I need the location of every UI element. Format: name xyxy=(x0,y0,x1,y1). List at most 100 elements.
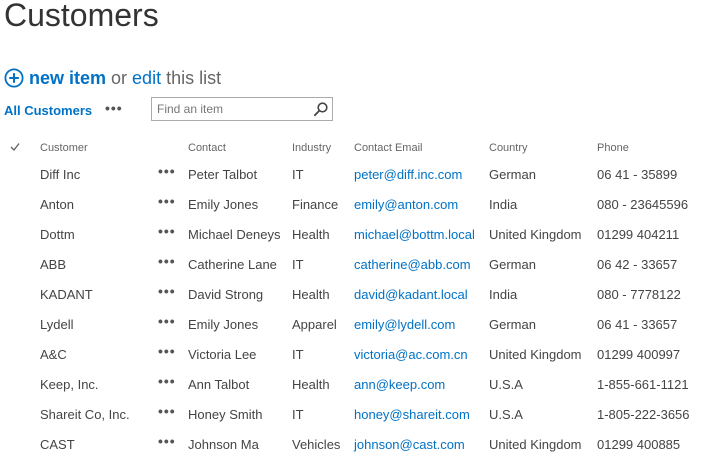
list-header-row: Customer Contact Industry Contact Email … xyxy=(0,138,706,160)
industry-cell: IT xyxy=(292,407,304,422)
contact-cell: Catherine Lane xyxy=(188,257,277,272)
phone-cell: 080 - 23645596 xyxy=(597,197,689,212)
table-row[interactable]: Lydell ••• Emily Jones Apparel emily@lyd… xyxy=(0,310,706,340)
customers-list: Customer Contact Industry Contact Email … xyxy=(0,138,706,460)
column-header-industry[interactable]: Industry xyxy=(292,142,331,154)
customer-cell[interactable]: ABB xyxy=(40,257,66,272)
row-menu-button[interactable]: ••• xyxy=(158,343,176,359)
email-link[interactable]: victoria@ac.com.cn xyxy=(354,347,468,362)
contact-cell: Emily Jones xyxy=(188,197,259,212)
country-cell: U.S.A xyxy=(489,377,523,392)
contact-cell: David Strong xyxy=(188,287,264,302)
table-row[interactable]: ABB ••• Catherine Lane IT catherine@abb.… xyxy=(0,250,706,280)
email-link[interactable]: ann@keep.com xyxy=(354,377,445,392)
email-link[interactable]: michael@bottm.local xyxy=(354,227,475,242)
table-row[interactable]: A&C ••• Victoria Lee IT victoria@ac.com.… xyxy=(0,340,706,370)
email-link[interactable]: emily@lydell.com xyxy=(354,317,455,332)
customer-cell[interactable]: Diff Inc xyxy=(40,167,80,182)
row-menu-button[interactable]: ••• xyxy=(158,193,176,209)
view-toolbar: All Customers ••• xyxy=(4,97,344,123)
page-title: Customers xyxy=(4,0,159,33)
industry-cell: IT xyxy=(292,347,304,362)
phone-cell: 01299 400885 xyxy=(597,437,681,452)
view-selector-all-customers[interactable]: All Customers xyxy=(4,103,92,118)
phone-cell: 1-805-222-3656 xyxy=(597,407,690,422)
email-link[interactable]: honey@shareit.com xyxy=(354,407,470,422)
country-cell: German xyxy=(489,317,536,332)
search-icon[interactable] xyxy=(313,101,329,117)
customer-cell[interactable]: Keep, Inc. xyxy=(40,377,99,392)
customer-cell[interactable]: Anton xyxy=(40,197,74,212)
country-cell: U.S.A xyxy=(489,407,523,422)
column-header-phone[interactable]: Phone xyxy=(597,142,629,154)
customer-cell[interactable]: Lydell xyxy=(40,317,73,332)
industry-cell: Apparel xyxy=(292,317,337,332)
phone-cell: 1-855-661-1121 xyxy=(597,377,689,392)
row-menu-button[interactable]: ••• xyxy=(158,433,176,449)
new-item-link[interactable]: new item xyxy=(29,68,106,89)
table-row[interactable]: Diff Inc ••• Peter Talbot IT peter@diff.… xyxy=(0,160,706,190)
table-row[interactable]: Anton ••• Emily Jones Finance emily@anto… xyxy=(0,190,706,220)
column-header-contact[interactable]: Contact xyxy=(188,142,226,154)
industry-cell: Health xyxy=(292,287,330,302)
column-header-country[interactable]: Country xyxy=(489,142,528,154)
table-row[interactable]: Keep, Inc. ••• Ann Talbot Health ann@kee… xyxy=(0,370,706,400)
phone-cell: 080 - 7778122 xyxy=(597,287,681,302)
phone-cell: 06 42 - 33657 xyxy=(597,257,678,272)
industry-cell: IT xyxy=(292,167,304,182)
phone-cell: 06 41 - 35899 xyxy=(597,167,678,182)
email-link[interactable]: david@kadant.local xyxy=(354,287,468,302)
edit-list-link[interactable]: edit xyxy=(132,68,161,89)
email-link[interactable]: emily@anton.com xyxy=(354,197,458,212)
country-cell: United Kingdom xyxy=(489,437,582,452)
this-list-text: this list xyxy=(166,67,222,88)
customer-cell[interactable]: Shareit Co, Inc. xyxy=(40,407,130,422)
industry-cell: Vehicles xyxy=(292,437,341,452)
contact-cell: Ann Talbot xyxy=(188,377,250,392)
row-menu-button[interactable]: ••• xyxy=(158,313,176,329)
customer-cell[interactable]: KADANT xyxy=(40,287,93,302)
row-menu-button[interactable]: ••• xyxy=(158,373,176,389)
contact-cell: Honey Smith xyxy=(188,407,263,422)
industry-cell: IT xyxy=(292,257,304,272)
row-menu-button[interactable]: ••• xyxy=(158,253,176,269)
email-link[interactable]: peter@diff.inc.com xyxy=(354,167,462,182)
table-row[interactable]: Shareit Co, Inc. ••• Honey Smith IT hone… xyxy=(0,400,706,430)
customer-cell[interactable]: CAST xyxy=(40,437,75,452)
table-row[interactable]: CAST ••• Johnson Ma Vehicles johnson@cas… xyxy=(0,430,706,460)
new-item-bar: new item or edit this list xyxy=(4,66,221,90)
country-cell: German xyxy=(489,167,536,182)
row-menu-button[interactable]: ••• xyxy=(158,163,176,179)
table-row[interactable]: Dottm ••• Michael Deneys Health michael@… xyxy=(0,220,706,250)
row-menu-button[interactable]: ••• xyxy=(158,403,176,419)
search-box xyxy=(151,97,333,121)
country-cell: India xyxy=(489,287,518,302)
list-page: Customers new item or edit this list All… xyxy=(0,0,706,460)
country-cell: India xyxy=(489,197,518,212)
or-text: or xyxy=(111,67,128,88)
country-cell: German xyxy=(489,257,536,272)
phone-cell: 01299 404211 xyxy=(597,227,680,242)
email-link[interactable]: catherine@abb.com xyxy=(354,257,471,272)
country-cell: United Kingdom xyxy=(489,347,582,362)
select-all-checkmark-icon[interactable] xyxy=(10,142,20,152)
contact-cell: Victoria Lee xyxy=(188,347,257,362)
table-row[interactable]: KADANT ••• David Strong Health david@kad… xyxy=(0,280,706,310)
email-link[interactable]: johnson@cast.com xyxy=(354,437,465,452)
country-cell: United Kingdom xyxy=(489,227,582,242)
contact-cell: Emily Jones xyxy=(188,317,259,332)
view-more-options-button[interactable]: ••• xyxy=(105,100,123,116)
customer-cell[interactable]: Dottm xyxy=(40,227,75,242)
add-circle-icon[interactable] xyxy=(4,68,24,88)
column-header-contact-email[interactable]: Contact Email xyxy=(354,142,422,154)
contact-cell: Peter Talbot xyxy=(188,167,258,182)
column-header-customer[interactable]: Customer xyxy=(40,142,88,154)
row-menu-button[interactable]: ••• xyxy=(158,283,176,299)
phone-cell: 01299 400997 xyxy=(597,347,681,362)
row-menu-button[interactable]: ••• xyxy=(158,223,176,239)
phone-cell: 06 41 - 33657 xyxy=(597,317,678,332)
search-input[interactable] xyxy=(152,98,310,120)
industry-cell: Health xyxy=(292,377,330,392)
industry-cell: Health xyxy=(292,227,330,242)
customer-cell[interactable]: A&C xyxy=(40,347,67,362)
